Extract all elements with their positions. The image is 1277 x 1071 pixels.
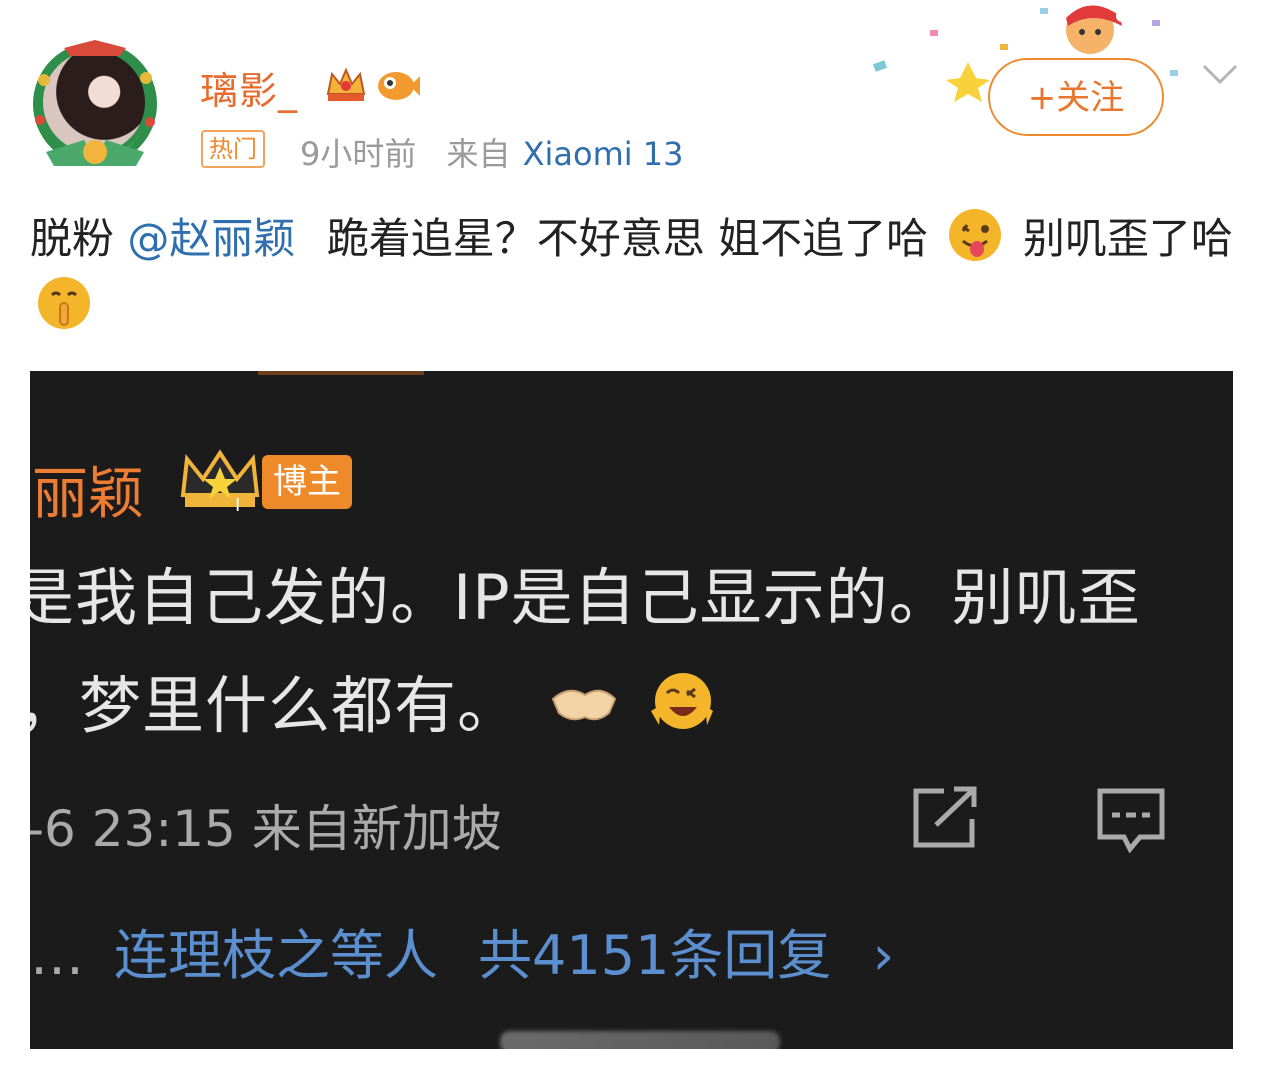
screenshot-text-line2: ，梦里什么都有。 xyxy=(30,655,717,745)
post-text-main: 跪着追星？不好意思 姐不追了哈 xyxy=(326,214,929,263)
embedded-screenshot[interactable]: 丽颖 I 博主 是我自己发的。IP是自己显示的。别叽歪 ，梦里什么都有。 -6 … xyxy=(30,371,1233,1049)
screenshot-meta: -6 23:15 来自新加坡 xyxy=(30,800,502,858)
fish-badge-icon xyxy=(378,72,420,100)
hot-tag: 热门 xyxy=(201,130,265,168)
screenshot-username: 丽颖 xyxy=(32,462,144,527)
tongue-emoji xyxy=(949,209,1002,261)
replies-row[interactable]: … 连理枝之等人 共4151条回复 › xyxy=(30,911,894,990)
source-prefix: 来自 xyxy=(446,135,511,173)
post-text-tail: 别叽歪了哈 xyxy=(1022,214,1233,263)
screenshot-text-line1: 是我自己发的。IP是自己显示的。别叽歪 xyxy=(30,561,1141,634)
blogger-badge: 博主 xyxy=(262,455,352,509)
comment-icon[interactable] xyxy=(1096,785,1166,857)
watermark xyxy=(500,1031,780,1049)
replies-arrow-icon[interactable]: › xyxy=(873,924,895,987)
replies-users[interactable]: 连理枝之等人 xyxy=(114,924,438,987)
follow-button[interactable]: +关注 xyxy=(988,58,1164,136)
source-device[interactable]: Xiaomi 13 xyxy=(523,135,684,173)
crown-level-icon xyxy=(326,67,366,101)
username[interactable]: 璃影_ xyxy=(200,60,298,115)
post-time: 9小时前 xyxy=(300,135,417,173)
screenshot-top-border xyxy=(258,371,424,375)
post-meta: 9小时前 来自 Xiaomi 13 xyxy=(300,129,684,175)
laugh-emoji xyxy=(651,673,714,729)
post-text: 脱粉 @赵丽颖 跪着追星？不好意思 姐不追了哈 别叽歪了哈 xyxy=(30,205,1240,341)
crown-level-icon: I xyxy=(180,449,260,515)
chevron-down-icon[interactable] xyxy=(1200,62,1240,88)
svg-text:I: I xyxy=(235,495,240,515)
replies-ellipsis: … xyxy=(30,924,84,987)
avatar[interactable] xyxy=(24,40,166,170)
avatar-wreath xyxy=(33,40,157,166)
screenshot-text-line2-content: ，梦里什么都有。 xyxy=(30,669,521,742)
replies-count[interactable]: 共4151条回复 xyxy=(478,924,831,987)
handshake-emoji xyxy=(551,689,616,721)
post-prefix: 脱粉 xyxy=(30,214,115,263)
shush-emoji xyxy=(38,277,90,329)
mention-link[interactable]: @赵丽颖 xyxy=(127,214,295,263)
share-icon[interactable] xyxy=(910,785,980,851)
